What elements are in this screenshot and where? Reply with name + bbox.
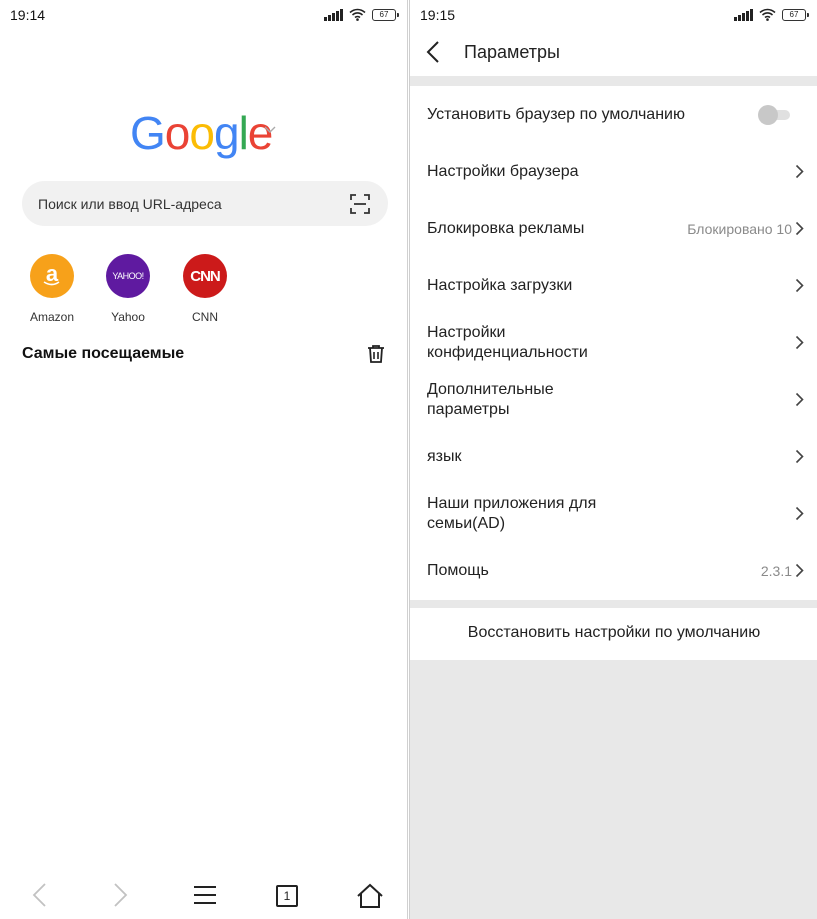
page-title: Параметры — [464, 42, 560, 62]
forward-icon[interactable] — [112, 882, 130, 908]
logo-letter: g — [213, 107, 240, 159]
tabs-button[interactable]: 1 — [276, 885, 298, 907]
status-bar: 19:15 67 — [410, 0, 817, 30]
setting-label: язык — [427, 448, 462, 465]
setting-advanced[interactable]: Дополнительные параметры — [410, 371, 817, 428]
cnn-icon: CNN — [183, 254, 227, 298]
status-icons: 67 — [324, 8, 399, 21]
setting-family-apps[interactable]: Наши приложения для семьи(AD) — [410, 485, 817, 542]
search-engine-dropdown-icon[interactable] — [264, 126, 276, 134]
default-browser-toggle[interactable] — [758, 105, 792, 125]
chevron-right-icon — [795, 335, 804, 350]
chevron-right-icon — [795, 221, 804, 236]
browser-home-screen: 19:14 67 Google Поиск или ввод URL-адрес… — [0, 0, 408, 919]
settings-list: Установить браузер по умолчанию Настройк… — [410, 86, 817, 600]
status-time: 19:14 — [10, 7, 46, 23]
search-bar[interactable]: Поиск или ввод URL-адреса — [22, 181, 388, 226]
settings-screen: 19:15 67 Параметры Установить браузер по… — [409, 0, 817, 919]
yahoo-icon: YAHOO! — [106, 254, 150, 298]
signal-icon — [324, 8, 343, 21]
settings-header: Параметры — [410, 30, 817, 76]
reset-section: Восстановить настройки по умолчанию — [410, 608, 817, 660]
yahoo-glyph: YAHOO! — [112, 271, 144, 281]
speed-dial-amazon[interactable]: a Amazon — [12, 254, 92, 324]
speed-dial-cnn[interactable]: CNN CNN — [165, 254, 245, 324]
setting-help[interactable]: Помощь 2.3.1 — [410, 542, 817, 599]
signal-icon — [734, 8, 753, 21]
qr-scan-icon[interactable] — [350, 194, 370, 214]
setting-label: Установить браузер по умолчанию — [427, 106, 685, 123]
setting-download[interactable]: Настройка загрузки — [410, 257, 817, 314]
logo-letter: o — [164, 107, 191, 159]
search-input[interactable]: Поиск или ввод URL-адреса — [38, 196, 222, 212]
most-visited-title: Самые посещаемые — [22, 345, 185, 362]
back-arrow-icon[interactable] — [424, 40, 444, 64]
speed-dial-label: CNN — [192, 310, 218, 324]
chevron-right-icon — [795, 392, 804, 407]
wifi-icon — [349, 8, 366, 21]
setting-default-browser[interactable]: Установить браузер по умолчанию — [410, 86, 817, 143]
chevron-right-icon — [795, 164, 804, 179]
version-value: 2.3.1 — [760, 563, 792, 579]
setting-label: Настройки браузера — [427, 163, 579, 180]
bottom-navigation: 1 — [0, 872, 407, 919]
toggle-knob — [758, 105, 778, 125]
ad-block-value: Блокировано 10 — [687, 221, 792, 237]
speed-dial-yahoo[interactable]: YAHOO! Yahoo — [88, 254, 168, 324]
chevron-right-icon — [795, 563, 804, 578]
reset-defaults-button[interactable]: Восстановить настройки по умолчанию — [410, 624, 817, 642]
back-icon[interactable] — [30, 882, 48, 908]
logo-letter: o — [189, 107, 215, 159]
chevron-right-icon — [795, 449, 804, 464]
setting-label: Настройка загрузки — [427, 277, 573, 294]
setting-label: Блокировка рекламы — [427, 220, 585, 237]
amazon-icon: a — [30, 254, 74, 298]
status-bar: 19:14 67 — [0, 0, 407, 30]
logo-letter: G — [130, 107, 166, 159]
menu-icon[interactable] — [193, 885, 217, 905]
chevron-right-icon — [795, 506, 804, 521]
amazon-smile-icon — [43, 281, 60, 286]
cnn-glyph: CNN — [190, 267, 220, 285]
setting-language[interactable]: язык — [410, 428, 817, 485]
logo-letter: l — [238, 107, 249, 159]
status-icons: 67 — [734, 8, 809, 21]
status-time: 19:15 — [420, 7, 456, 23]
setting-label: Наши приложения для семьи(AD) — [427, 495, 597, 532]
speed-dial-label: Amazon — [29, 310, 75, 324]
chevron-right-icon — [795, 278, 804, 293]
home-icon[interactable] — [356, 883, 384, 909]
wifi-icon — [759, 8, 776, 21]
setting-label: Настройки конфиденциальности — [427, 324, 588, 361]
setting-ad-block[interactable]: Блокировка рекламы Блокировано 10 — [410, 200, 817, 257]
setting-browser-settings[interactable]: Настройки браузера — [410, 143, 817, 200]
trash-icon[interactable] — [367, 344, 385, 364]
battery-icon: 67 — [372, 8, 399, 21]
setting-label: Дополнительные параметры — [427, 381, 554, 418]
speed-dial-label: Yahoo — [111, 310, 145, 324]
setting-label: Помощь — [427, 562, 489, 579]
google-logo: Google — [130, 106, 273, 160]
battery-icon: 67 — [782, 8, 809, 21]
setting-privacy[interactable]: Настройки конфиденциальности — [410, 314, 817, 371]
speed-dial: a Amazon YAHOO! Yahoo CNN CNN — [0, 254, 407, 324]
